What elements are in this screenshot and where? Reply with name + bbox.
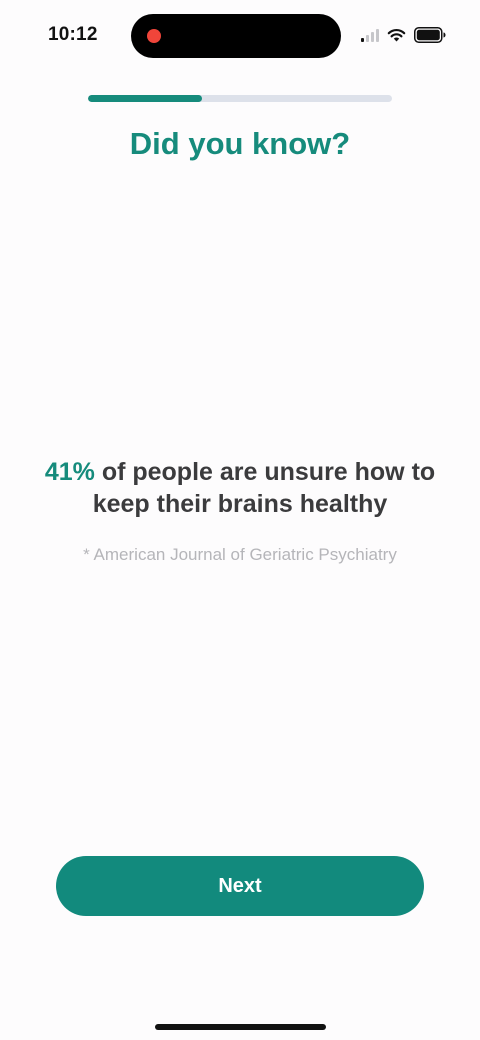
fact-statement: 41% of people are unsure how to keep the… (30, 456, 450, 520)
status-time: 10:12 (48, 24, 98, 45)
battery-icon (414, 27, 446, 43)
next-button[interactable]: Next (56, 856, 424, 916)
source-citation: * American Journal of Geriatric Psychiat… (83, 545, 397, 564)
progress-bar-fill (88, 95, 202, 102)
recording-indicator-icon (147, 29, 161, 43)
status-bar: 10:12 (0, 0, 480, 72)
dynamic-island (131, 14, 341, 58)
page-title: Did you know? (129, 126, 351, 161)
progress-bar (88, 95, 392, 102)
wifi-icon (387, 28, 406, 42)
cellular-signal-icon (361, 28, 379, 42)
fact-text: of people are unsure how to keep their b… (92, 458, 436, 518)
status-icons (361, 25, 446, 45)
fact-stat: 41% (44, 458, 95, 486)
home-indicator (155, 1024, 326, 1030)
